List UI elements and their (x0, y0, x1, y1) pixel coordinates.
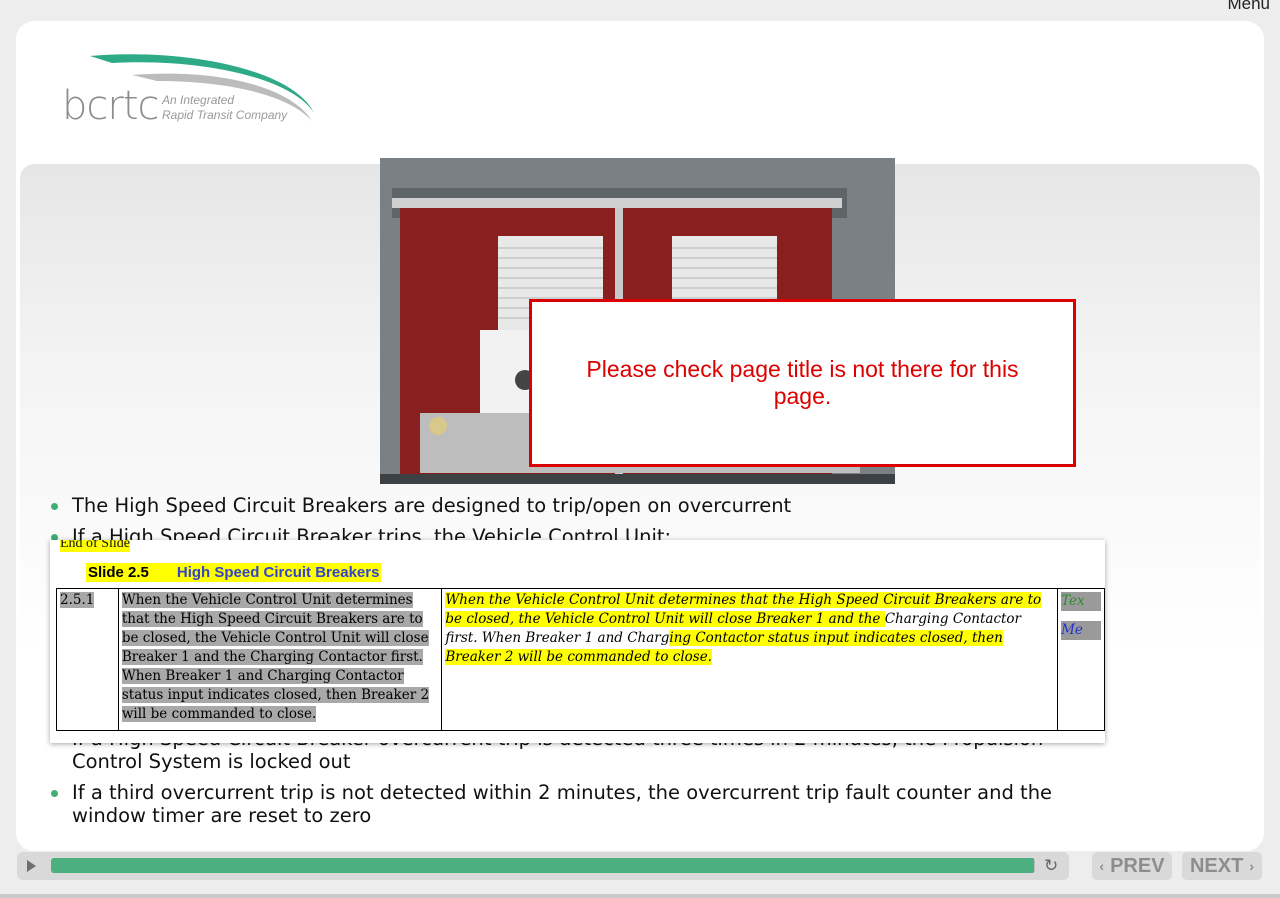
replay-icon[interactable]: ↻ (1044, 856, 1058, 876)
onscreen-text-cell: When the Vehicle Control Unit determines… (441, 588, 1059, 731)
bullet-item: If a third overcurrent trip is not detec… (51, 781, 1082, 827)
next-label: NEXT (1189, 854, 1244, 877)
end-of-slide-label: End of Slide (60, 540, 130, 552)
play-icon[interactable] (27, 860, 36, 872)
script-document-overlay: End of Slide Slide 2.5 High Speed Circuit… (50, 540, 1105, 743)
narration-cell: When the Vehicle Control Unit determines… (117, 588, 443, 731)
logo-tagline-line1: An Integrated (162, 93, 235, 107)
table-row: 2.5.1 When the Vehicle Control Unit dete… (56, 588, 1105, 731)
review-notice-text: Please check page title is not there for… (586, 356, 1019, 409)
row-id: 2.5.1 (60, 592, 95, 608)
menu-button[interactable]: Menu (1227, 0, 1270, 14)
taskbar-strip (0, 894, 1280, 898)
script-table: 2.5.1 When the Vehicle Control Unit dete… (56, 588, 1105, 731)
next-button[interactable]: NEXT › (1182, 852, 1262, 880)
player-controls: ↻ (17, 852, 1069, 880)
chevron-left-icon: ‹ (1099, 858, 1105, 874)
progress-fill (51, 858, 1035, 873)
bcrtc-logo: bcrtc An Integrated Rapid Transit Compan… (62, 53, 322, 133)
chevron-right-icon: › (1249, 858, 1254, 874)
row-id-cell: 2.5.1 (56, 588, 119, 731)
logo-tagline-line2: Rapid Transit Company (162, 108, 288, 122)
prev-label: PREV (1110, 854, 1165, 877)
logo-tagline: An Integrated Rapid Transit Company (162, 93, 287, 123)
review-notice-box: Please check page title is not there for… (529, 299, 1076, 467)
notes-line2: Me (1061, 621, 1101, 640)
prev-button[interactable]: ‹ PREV (1092, 852, 1172, 880)
logo-wordmark: bcrtc (62, 83, 160, 129)
progress-bar[interactable] (51, 858, 1035, 873)
narration-text: When the Vehicle Control Unit determines… (121, 592, 430, 722)
notes-cell: Tex Me (1057, 588, 1105, 731)
bullet-item: The High Speed Circuit Breakers are desi… (51, 494, 1082, 517)
slide-heading: Slide 2.5 High Speed Circuit Breakers (86, 563, 382, 582)
slide-title: High Speed Circuit Breakers (176, 564, 380, 581)
notes-line1: Tex (1061, 592, 1101, 611)
slide-number: Slide 2.5 (88, 564, 149, 581)
